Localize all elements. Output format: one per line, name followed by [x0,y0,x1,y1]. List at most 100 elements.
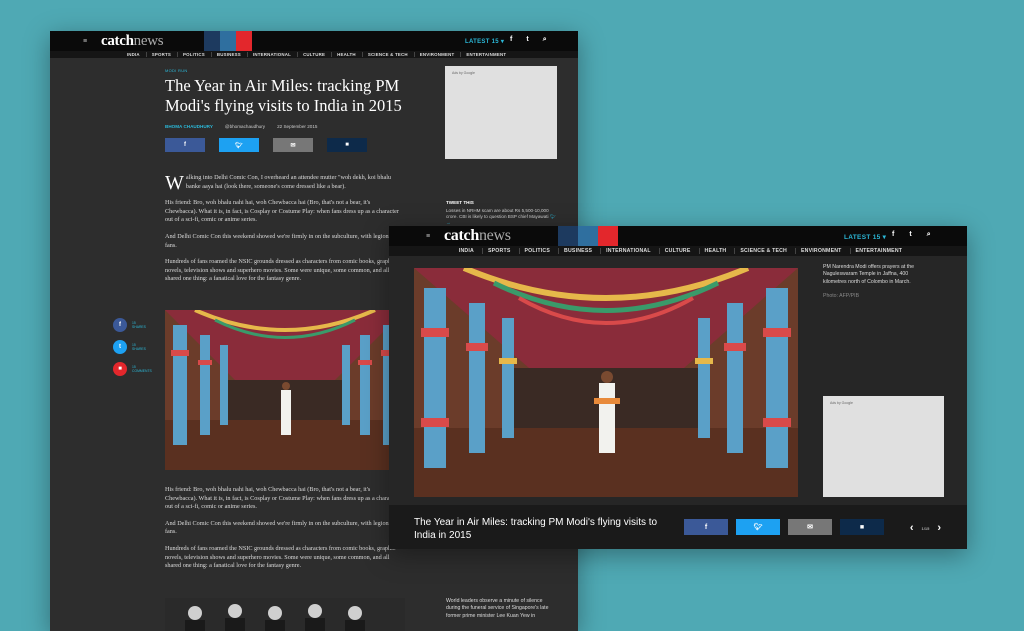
page-indicator: 1/15 [921,525,930,531]
twitter-share-button[interactable]: 🐦︎ [219,138,259,152]
article-photo [165,310,405,470]
share-label: SHARES [132,325,146,329]
author-name[interactable]: BHOMA CHAUDHURY [165,124,213,129]
nav-item-international[interactable]: INTERNATIONAL [246,52,291,57]
comment-icon: ■ [113,362,127,376]
search-icon[interactable]: ⌕ [927,231,931,239]
publish-date: 22 September 2015 [277,124,318,129]
nav-item-entertainment[interactable]: ENTERTAINMENT [849,248,903,254]
tweet-this-heading: TWEET THIS [446,200,474,205]
nav-item-business[interactable]: BUSINESS [210,52,241,57]
nav-item-sports[interactable]: SPORTS [145,52,171,57]
next-arrow-icon[interactable]: › [937,522,941,534]
ad-slot[interactable]: Ads by Google [823,396,944,497]
nav-item-health[interactable]: HEALTH [331,52,356,57]
gallery-photo[interactable] [414,268,798,497]
nav-item-business[interactable]: BUSINESS [558,248,592,254]
facebook-icon: f [184,142,186,148]
side-share-facebook[interactable]: f 15 SHARES [113,318,146,332]
temple-photo [165,310,405,470]
side-share-comments[interactable]: ■ 15 COMMENTS [113,362,152,376]
prev-arrow-icon[interactable]: ‹ [910,522,914,534]
nav-item-entertainment[interactable]: ENTERTAINMENT [460,52,506,57]
menu-icon[interactable]: ≡ [83,38,93,45]
nav-item-health[interactable]: HEALTH [698,248,727,254]
comment-button[interactable]: ■ [327,138,367,152]
paragraph: His friend: Bro, woh bhalu nahi hai, woh… [165,199,399,224]
article-photo-2 [165,598,405,631]
ad-slot[interactable]: Ads by Google [445,66,557,159]
latest-label: LATEST 15 [465,39,499,45]
nav-item-politics[interactable]: POLITICS [177,52,205,57]
email-share-button[interactable]: ✉ [273,138,313,152]
facebook-share-button[interactable]: f [165,138,205,152]
nav-item-environment[interactable]: ENVIRONMENT [413,52,455,57]
article-body-top: Walking into Delhi Comic Con, I overhear… [165,172,400,292]
site-logo[interactable]: catchnews [444,227,511,245]
temple-photo [414,268,798,497]
nav-item-environment[interactable]: ENVIRONMENT [795,248,842,254]
paragraph: His friend: Bro, woh bhalu nahi hai, woh… [165,486,399,511]
facebook-icon[interactable]: f [892,231,894,239]
tweet-text: Losses in NRHM scam are about Rs 5,500-1… [446,208,549,219]
paragraph-text: alking into Delhi Comic Con, I overheard… [185,174,392,190]
funeral-photo [165,598,405,631]
twitter-share-button[interactable]: 🐦︎ [736,519,780,535]
ad-label: Ads by Google [830,401,853,405]
nav-item-sports[interactable]: SPORTS [481,248,511,254]
facebook-icon[interactable]: f [510,36,512,44]
photo-caption-2: World leaders observe a minute of silenc… [446,598,549,619]
comment-button[interactable]: ■ [840,519,884,535]
photo-credit: Photo: AFP/PIB [823,293,860,299]
twitter-icon[interactable]: t [526,36,528,44]
author-handle[interactable]: @bhomachaudhury [225,124,265,129]
paragraph: Hundreds of fans roamed the NSIC grounds… [165,544,396,570]
share-label: COMMENTS [132,369,152,373]
nav-item-science-tech[interactable]: SCIENCE & TECH [734,248,787,254]
ad-label: Ads by Google [452,71,475,75]
nav-item-international[interactable]: INTERNATIONAL [600,248,651,254]
gallery-title: The Year in Air Miles: tracking PM Modi'… [414,517,658,541]
tweet-quote-1[interactable]: Losses in NRHM scam are about Rs 5,500-1… [446,208,556,226]
nav-item-culture[interactable]: CULTURE [658,248,691,254]
logo-sub: news [478,227,511,244]
article-title: The Year in Air Miles: tracking PM Modi'… [165,76,402,115]
latest-label: LATEST 15 [844,234,881,241]
nav-item-politics[interactable]: POLITICS [518,248,551,254]
logo-main: catch [101,32,134,49]
logo-sub: news [133,32,164,49]
facebook-icon: f [113,318,127,332]
mail-icon: ✉ [807,524,813,531]
brand-bars [558,226,618,246]
photo-caption: PM Narendra Modi offers prayers at the N… [823,264,915,285]
article-body-bottom: His friend: Bro, woh bhalu nahi hai, woh… [165,486,400,579]
top-bar: ≡ catchnews LATEST 15 ▾ f t ⌕ [50,31,578,51]
paragraph: Hundreds of fans roamed the NSIC grounds… [165,258,396,283]
share-label: SHARES [132,347,146,351]
drop-cap: W [165,172,184,194]
site-logo[interactable]: catchnews [101,32,164,50]
side-share-twitter[interactable]: t 15 SHARES [113,340,146,354]
menu-icon[interactable]: ≡ [426,233,436,240]
article-category[interactable]: MODI RUN [165,68,188,73]
latest-button[interactable]: LATEST 15 ▾ [844,233,886,241]
twitter-icon: 🐦︎ [753,524,763,531]
email-share-button[interactable]: ✉ [788,519,832,535]
byline: BHOMA CHAUDHURY @bhomachaudhury 22 Septe… [165,124,317,129]
nav-item-culture[interactable]: CULTURE [297,52,325,57]
nav-item-india[interactable]: INDIA [454,248,474,254]
twitter-icon: t [113,340,127,354]
header-icons: f t ⌕ [510,36,547,44]
facebook-share-button[interactable]: f [684,519,728,535]
twitter-icon[interactable]: t [909,231,911,239]
nav-item-india[interactable]: INDIA [122,52,140,57]
mail-icon: ✉ [290,142,296,149]
comment-icon: ■ [345,142,349,148]
nav-item-science-tech[interactable]: SCIENCE & TECH [361,52,408,57]
gallery-bottom-bar: The Year in Air Miles: tracking PM Modi'… [389,505,967,549]
search-icon[interactable]: ⌕ [543,36,547,44]
latest-button[interactable]: LATEST 15 ▾ [465,38,504,45]
gallery-window: ≡ catchnews LATEST 15 ▾ f t ⌕ INDIA SPOR… [389,226,967,549]
paragraph: Walking into Delhi Comic Con, I overhear… [165,172,400,194]
share-buttons: f 🐦︎ ✉ ■ [684,519,884,535]
